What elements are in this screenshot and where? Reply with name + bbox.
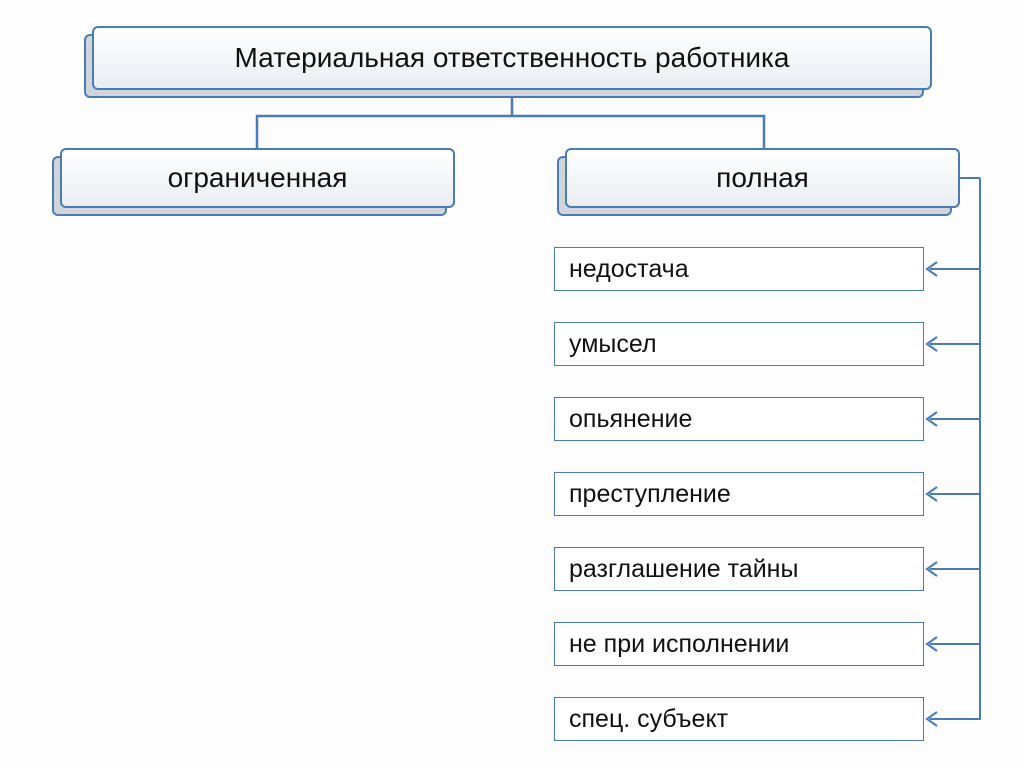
diagram-canvas: Материальная ответственность работника о… (0, 0, 1024, 767)
leaf-label: опьянение (569, 405, 692, 434)
root-node: Материальная ответственность работника (92, 26, 932, 90)
branch-node-full: полная (565, 148, 960, 208)
leaf-label: не при исполнении (569, 630, 789, 659)
root-label: Материальная ответственность работника (234, 42, 789, 74)
leaf-label: умысел (569, 330, 657, 359)
leaf-label: недостача (569, 255, 689, 284)
leaf-node: недостача (554, 247, 924, 291)
leaf-label: преступление (569, 480, 731, 509)
node-face: ограниченная (60, 148, 455, 208)
leaf-label: спец. субъект (569, 705, 728, 734)
leaf-node: не при исполнении (554, 622, 924, 666)
leaf-node: умысел (554, 322, 924, 366)
branch-label: полная (716, 162, 809, 194)
leaf-node: преступление (554, 472, 924, 516)
leaf-label: разглашение тайны (569, 555, 798, 584)
node-face: Материальная ответственность работника (92, 26, 932, 90)
leaf-node: разглашение тайны (554, 547, 924, 591)
leaf-node: опьянение (554, 397, 924, 441)
node-face: полная (565, 148, 960, 208)
leaf-node: спец. субъект (554, 697, 924, 741)
branch-label: ограниченная (168, 162, 348, 194)
branch-node-limited: ограниченная (60, 148, 455, 208)
